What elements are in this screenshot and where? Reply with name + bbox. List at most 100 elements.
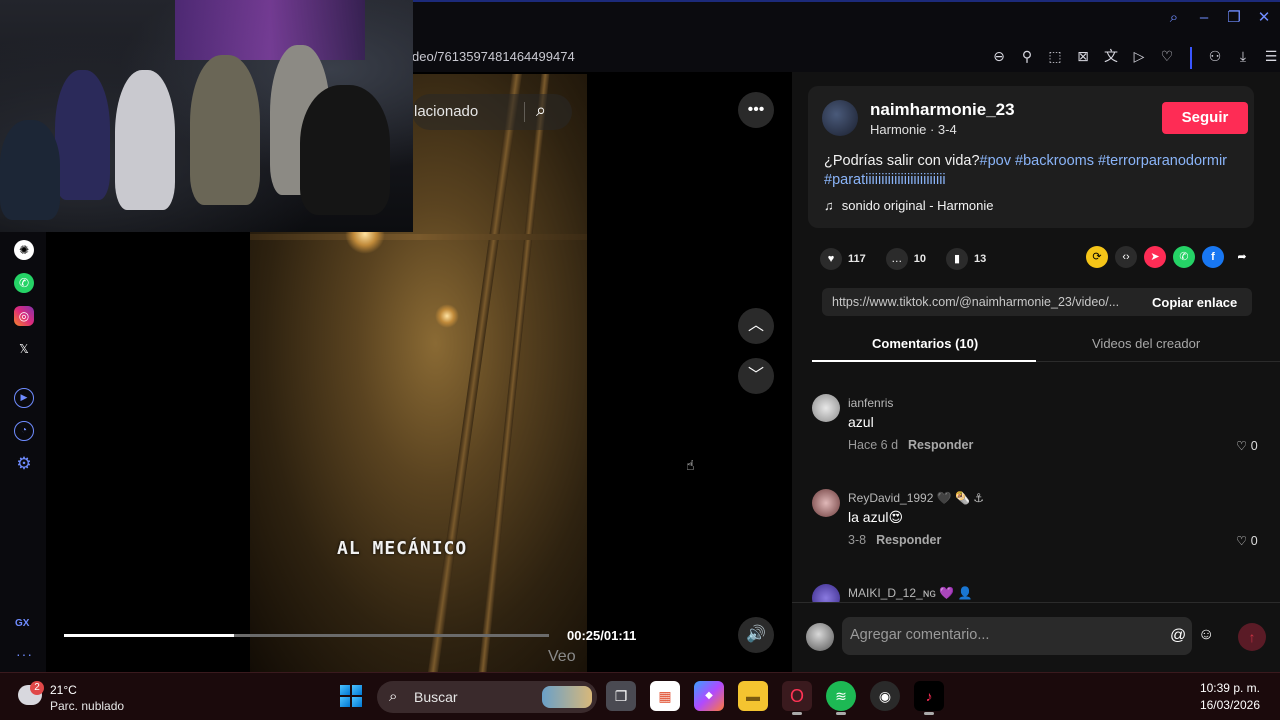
tunnel-pipe xyxy=(250,234,587,240)
mention-icon[interactable]: @ xyxy=(1170,627,1186,645)
like-stat[interactable]: ♥ 117 xyxy=(820,248,866,270)
hashtag-link[interactable]: #paratiiiiiiiiiiiiiiiiiiiiiiiii xyxy=(824,172,946,188)
embed-code-icon[interactable]: ‹› xyxy=(1115,246,1137,268)
minimize-icon[interactable]: – xyxy=(1196,10,1212,26)
pin-icon[interactable]: ⚲ xyxy=(1018,47,1036,65)
microsoft-store-icon[interactable]: ▦ xyxy=(650,681,680,711)
taskbar-search[interactable]: ⌕ Buscar xyxy=(377,681,597,713)
settings-gear-icon[interactable]: ⚙ xyxy=(14,454,34,474)
task-view-icon[interactable]: ❐ xyxy=(606,681,636,711)
x-twitter-icon[interactable]: 𝕏 xyxy=(14,339,34,359)
bookmark-icon[interactable]: ▮ xyxy=(946,248,968,270)
adblock-icon[interactable]: ⊠ xyxy=(1074,47,1092,65)
commenter-avatar[interactable] xyxy=(812,584,840,602)
tab-creator-videos[interactable]: Videos del creador xyxy=(1092,336,1200,351)
active-tab-indicator xyxy=(812,360,1036,362)
emoji-icon[interactable]: ☺ xyxy=(1198,626,1214,644)
heart-outline-icon[interactable]: ♡ xyxy=(1236,439,1247,453)
follow-button[interactable]: Seguir xyxy=(1162,102,1248,134)
comment-item: MAIKI_D_12_ɴɢ 💜 👤 xyxy=(812,578,1262,602)
send-comment-button[interactable]: ↑ xyxy=(1238,623,1266,651)
send-icon[interactable]: ▷ xyxy=(1130,47,1148,65)
mouse-cursor-icon: ☝ xyxy=(686,457,695,473)
heart-icon[interactable]: ♡ xyxy=(1158,47,1176,65)
gx-label[interactable]: GX xyxy=(15,618,29,629)
send-to-friends-icon[interactable]: ➤ xyxy=(1144,246,1166,268)
music-link[interactable]: ♫ sonido original - Harmonie xyxy=(824,198,994,213)
system-clock[interactable]: 10:39 p. m. 16/03/2026 xyxy=(1200,681,1260,712)
search-divider xyxy=(524,102,525,122)
more-options-button[interactable]: ••• xyxy=(738,92,774,128)
tab-comments[interactable]: Comentarios (10) xyxy=(872,336,978,351)
file-explorer-icon[interactable]: ▬ xyxy=(738,681,768,711)
comment-bubble-icon[interactable]: … xyxy=(885,248,908,270)
previous-video-button[interactable]: ︿ xyxy=(738,308,774,344)
reply-button[interactable]: Responder xyxy=(876,533,941,547)
heart-icon[interactable]: ♥ xyxy=(820,248,842,270)
instagram-icon[interactable]: ◎ xyxy=(14,306,34,326)
share-arrow-icon[interactable]: ➦ xyxy=(1231,246,1253,268)
share-link-url[interactable]: https://www.tiktok.com/@naimharmonie_23/… xyxy=(832,295,1137,309)
whatsapp-share-icon[interactable]: ✆ xyxy=(1173,246,1195,268)
author-avatar[interactable] xyxy=(822,100,858,136)
comment-tabs: Comentarios (10) Videos del creador xyxy=(812,330,1280,362)
reply-button[interactable]: Responder xyxy=(908,438,973,452)
volume-button[interactable]: 🔊 xyxy=(738,617,774,653)
hashtag-link[interactable]: #pov xyxy=(980,153,1011,169)
copy-link-button[interactable]: Copiar enlace xyxy=(1152,295,1237,310)
whatsapp-icon[interactable]: ✆ xyxy=(14,273,34,293)
next-video-button[interactable]: ﹀ xyxy=(738,358,774,394)
translate-icon[interactable]: 文 xyxy=(1102,47,1120,65)
comment-input[interactable]: Agregar comentario... xyxy=(842,617,1192,655)
search-highlight-image xyxy=(542,686,592,708)
history-icon[interactable]: ◔ xyxy=(14,421,34,441)
zoom-icon[interactable]: ⊖ xyxy=(990,47,1008,65)
comment-like[interactable]: ♡ 0 xyxy=(1236,438,1258,453)
download-icon[interactable]: ⤓ xyxy=(1234,47,1252,65)
my-avatar xyxy=(806,623,834,651)
spotify-icon[interactable]: ≋ xyxy=(826,681,856,715)
hashtag-link[interactable]: #terrorparanodormir xyxy=(1098,153,1227,169)
menu-icon[interactable]: ☰ xyxy=(1262,47,1280,65)
commenter-avatar[interactable] xyxy=(812,489,840,517)
related-search[interactable]: lacionado ⌕ xyxy=(412,94,572,130)
obs-icon[interactable]: ◉ xyxy=(870,681,900,711)
commenter-name[interactable]: MAIKI_D_12_ɴɢ 💜 👤 xyxy=(848,586,973,600)
clock-time: 10:39 p. m. xyxy=(1199,681,1260,695)
heart-outline-icon[interactable]: ♡ xyxy=(1236,534,1247,548)
save-stat[interactable]: ▮ 13 xyxy=(946,248,986,270)
screen: ⌕ – ❐ ✕ deo/7613597481464499474 ⊖ ⚲ ⬚ ⊠ … xyxy=(0,0,1280,720)
repost-icon[interactable]: ⟳ xyxy=(1086,246,1108,268)
window-controls: ⌕ – ❐ ✕ xyxy=(1166,10,1272,26)
maximize-icon[interactable]: ❐ xyxy=(1226,10,1242,26)
close-icon[interactable]: ✕ xyxy=(1256,10,1272,26)
comment-like[interactable]: ♡ 0 xyxy=(1236,533,1258,548)
taskbar-search-label: Buscar xyxy=(414,689,458,705)
tiktok-icon[interactable]: ♪ xyxy=(914,681,944,715)
start-tile xyxy=(340,685,350,695)
commenter-name[interactable]: ianfenris xyxy=(848,396,893,410)
snapshot-icon[interactable]: ⬚ xyxy=(1046,47,1064,65)
m365-icon[interactable]: ◆ xyxy=(694,681,724,711)
search-icon[interactable]: ⌕ xyxy=(536,100,546,121)
video-caption: AL MECÁNICO xyxy=(337,538,468,559)
commenter-name[interactable]: ReyDavid_1992 🖤 🌯 ⚓ xyxy=(848,491,984,505)
video-progress-bar[interactable] xyxy=(64,634,549,637)
player-icon[interactable]: ▶ xyxy=(14,388,34,408)
hashtag-link[interactable]: #backrooms xyxy=(1015,153,1094,169)
commenter-avatar[interactable] xyxy=(812,394,840,422)
url-field[interactable]: deo/7613597481464499474 xyxy=(412,49,575,64)
facebook-share-icon[interactable]: f xyxy=(1202,246,1224,268)
veo-watermark: Veo xyxy=(548,648,576,665)
search-icon[interactable]: ⌕ xyxy=(1166,10,1182,26)
webcam-person xyxy=(115,70,175,210)
opera-gx-icon[interactable]: O xyxy=(782,681,812,715)
account-icon[interactable]: ⚇ xyxy=(1206,47,1224,65)
windows-start-button[interactable] xyxy=(340,685,362,707)
comment-stat[interactable]: … 10 xyxy=(885,248,926,270)
author-username[interactable]: naimharmonie_23 xyxy=(870,100,1015,120)
sidebar-more-icon[interactable]: ··· xyxy=(16,646,33,662)
chatgpt-icon[interactable]: ✺ xyxy=(14,240,34,260)
comment-text: azul xyxy=(848,414,874,430)
comment-like-count: 0 xyxy=(1250,534,1258,548)
